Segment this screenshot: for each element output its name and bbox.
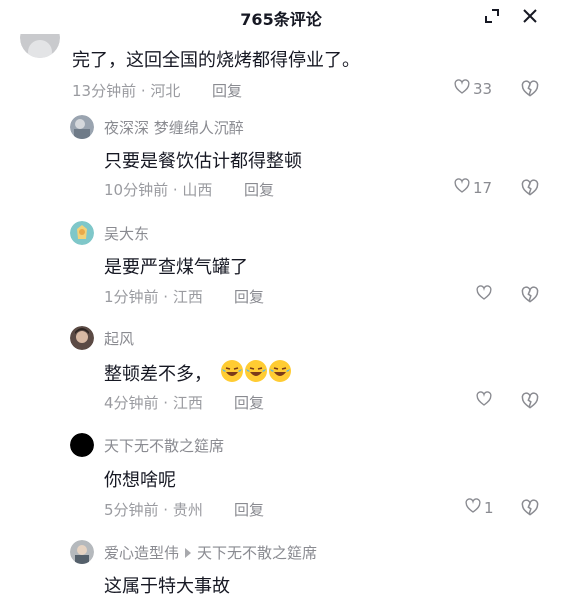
like-count: 17 xyxy=(473,179,493,197)
laugh-cry-emoji xyxy=(268,360,291,382)
broken-heart-icon[interactable] xyxy=(520,79,540,99)
avatar[interactable] xyxy=(70,433,94,457)
heart-outline-icon xyxy=(453,78,471,100)
reply-button[interactable]: 回复 xyxy=(212,80,242,101)
heart-outline-icon xyxy=(475,390,493,412)
comment-author[interactable]: 爱心造型伟 xyxy=(104,544,179,562)
reply-to-author[interactable]: 天下无不散之筵席 xyxy=(197,544,317,562)
like-button[interactable] xyxy=(475,285,495,305)
comment-meta: 10分钟前 · 山西 xyxy=(104,181,213,199)
comment-author[interactable]: 吴大东 xyxy=(104,223,149,244)
comment-count-title: 765条评论 xyxy=(240,10,322,29)
reply-button[interactable]: 回复 xyxy=(244,179,274,200)
heart-outline-icon xyxy=(464,497,482,519)
comment-text: 只要是餐饮估计都得整顿 xyxy=(104,151,302,172)
comments-header: 765条评论 xyxy=(0,0,562,34)
comment-text: 你想啥呢 xyxy=(104,470,176,491)
laugh-cry-emoji xyxy=(220,360,243,382)
comment-meta: 1分钟前 · 江西 xyxy=(104,288,203,306)
close-icon[interactable] xyxy=(520,6,540,26)
like-count: 1 xyxy=(484,499,494,517)
expand-icon[interactable] xyxy=(482,6,502,26)
broken-heart-icon[interactable] xyxy=(520,178,540,198)
comment-author-line: 爱心造型伟 天下无不散之筵席 xyxy=(104,542,317,563)
comment-text: 是要严查煤气罐了 xyxy=(104,257,248,278)
like-button[interactable]: 33 xyxy=(453,79,492,99)
heart-outline-icon xyxy=(453,177,471,199)
like-button[interactable]: 17 xyxy=(453,178,492,198)
avatar[interactable] xyxy=(70,540,94,564)
laugh-cry-emoji xyxy=(244,360,267,382)
comment-meta: 4分钟前 · 江西 xyxy=(104,394,203,412)
comment-author[interactable]: 夜深深 梦缠绵人沉醉 xyxy=(104,117,244,138)
comment-text: 这属于特大事故 xyxy=(104,576,230,597)
comment-text-line: 整顿差不多， xyxy=(104,359,292,386)
like-button[interactable]: 1 xyxy=(464,498,494,518)
comment-author[interactable]: 天下无不散之筵席 xyxy=(104,435,224,456)
avatar[interactable] xyxy=(70,115,94,139)
broken-heart-icon[interactable] xyxy=(520,498,540,518)
comment-meta: 13分钟前 · 河北 xyxy=(72,82,181,100)
like-count: 33 xyxy=(473,80,493,98)
reply-button[interactable]: 回复 xyxy=(234,286,264,307)
avatar[interactable] xyxy=(70,326,94,350)
broken-heart-icon[interactable] xyxy=(520,285,540,305)
emoji-group xyxy=(214,360,292,385)
reply-button[interactable]: 回复 xyxy=(234,499,264,520)
reply-button[interactable]: 回复 xyxy=(234,392,264,413)
like-button[interactable] xyxy=(475,391,495,411)
heart-outline-icon xyxy=(475,284,493,306)
comment-author[interactable]: 起风 xyxy=(104,328,134,349)
comment-text: 完了，这回全国的烧烤都得停业了。 xyxy=(72,50,360,71)
comment-text: 整顿差不多， xyxy=(104,364,212,385)
reply-arrow-icon xyxy=(185,548,192,558)
broken-heart-icon[interactable] xyxy=(520,391,540,411)
comment-meta: 5分钟前 · 贵州 xyxy=(104,501,203,519)
avatar[interactable] xyxy=(70,221,94,245)
